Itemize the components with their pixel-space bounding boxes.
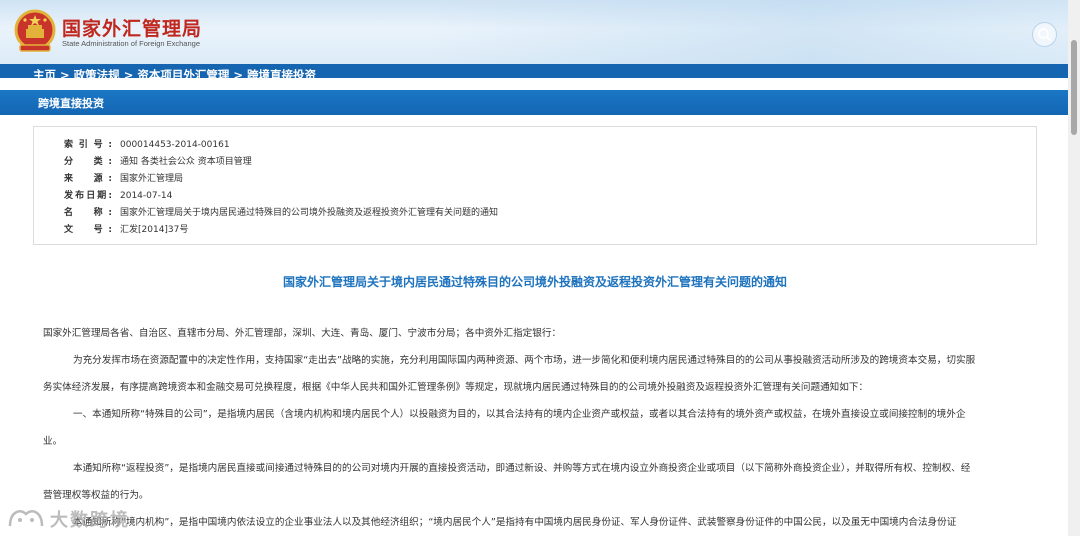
meta-value: 2014-07-14: [120, 191, 173, 201]
breadcrumb-capital-account[interactable]: 资本项目外汇管理: [137, 68, 229, 78]
section-title: 跨境直接投资: [38, 97, 104, 110]
meta-label: 发布日期:: [64, 191, 112, 201]
breadcrumb-cross-border[interactable]: 跨境直接投资: [247, 68, 316, 78]
document-title: 国家外汇管理局关于境内居民通过特殊目的公司境外投融资及返程投资外汇管理有关问题的…: [282, 275, 787, 289]
site-header: 国家外汇管理局 State Administration of Foreign …: [0, 0, 1080, 64]
meta-label: 分 类:: [64, 157, 112, 167]
watermark-logo-icon: [8, 510, 44, 527]
meta-docnum-row: 文 号: 汇发[2014]37号: [64, 222, 188, 238]
meta-index-row: 索引号: 000014453-2014-00161: [64, 137, 230, 153]
meta-value: 国家外汇管理局: [120, 174, 184, 184]
meta-value: 汇发[2014]37号: [120, 225, 189, 235]
watermark-text: 大数跨境: [50, 510, 130, 531]
breadcrumb-bar: 主页 > 政策法规 > 资本项目外汇管理 > 跨境直接投资: [0, 64, 1068, 78]
breadcrumb-home[interactable]: 主页: [33, 68, 56, 78]
scrollbar-thumb[interactable]: [1071, 40, 1077, 135]
meta-category-row: 分 类: 通知 各类社会公众 资本项目管理: [64, 154, 252, 170]
site-title[interactable]: 国家外汇管理局: [62, 14, 202, 41]
addressee-line: 国家外汇管理局各省、自治区、直辖市分局、外汇管理部，深圳、大连、青岛、厦门、宁波…: [43, 328, 562, 339]
breadcrumb-separator: >: [233, 68, 243, 78]
section-header: 跨境直接投资: [0, 90, 1068, 115]
paragraph-line: 务实体经济发展，有序提高跨境资本和金融交易可兑换程度，根据《中华人民共和国外汇管…: [43, 382, 869, 393]
paragraph-line: 本通知所称“境内机构”，是指中国境内依法设立的企业事业法人以及其他经济组织；“境…: [73, 517, 957, 528]
metadata-box: 索引号: 000014453-2014-00161 分 类: 通知 各类社会公众 资…: [33, 126, 1037, 245]
meta-value: 通知 各类社会公众 资本项目管理: [120, 157, 252, 167]
paragraph-line: 营管理权等权益的行为。: [43, 490, 149, 501]
breadcrumb-separator: >: [60, 68, 70, 78]
breadcrumb: 主页 > 政策法规 > 资本项目外汇管理 > 跨境直接投资: [33, 67, 316, 78]
meta-date-row: 发布日期: 2014-07-14: [64, 188, 172, 204]
meta-value: 国家外汇管理局关于境内居民通过特殊目的公司境外投融资及返程投资外汇管理有关问题的…: [120, 208, 499, 218]
meta-source-row: 来 源: 国家外汇管理局: [64, 171, 183, 187]
site-subtitle: State Administration of Foreign Exchange: [62, 39, 200, 48]
national-emblem-icon[interactable]: [14, 9, 56, 53]
meta-label: 文 号:: [64, 225, 112, 235]
meta-label: 名 称:: [64, 208, 112, 218]
meta-value: 000014453-2014-00161: [120, 140, 230, 150]
meta-label: 索引号:: [64, 140, 112, 150]
search-icon: [1038, 28, 1051, 41]
paragraph-line: 为充分发挥市场在资源配置中的决定性作用，支持国家“走出去”战略的实施，充分利用国…: [73, 355, 976, 366]
watermark: 大数跨境: [6, 500, 161, 536]
paragraph-line: 业。: [43, 436, 63, 447]
breadcrumb-policy[interactable]: 政策法规: [74, 68, 120, 78]
paragraph-line: 本通知所称“返程投资”，是指境内居民直接或间接通过特殊目的的公司对境内开展的直接…: [73, 463, 971, 474]
paragraph-line: 一、本通知所称“特殊目的公司”，是指境内居民（含境内机构和境内居民个人）以投融资…: [73, 409, 966, 420]
search-button[interactable]: [1032, 22, 1057, 47]
vertical-scrollbar[interactable]: [1068, 0, 1080, 536]
breadcrumb-separator: >: [123, 68, 134, 78]
meta-name-row: 名 称: 国家外汇管理局关于境内居民通过特殊目的公司境外投融资及返程投资外汇管理有…: [64, 205, 498, 221]
meta-label: 来 源:: [64, 174, 112, 184]
